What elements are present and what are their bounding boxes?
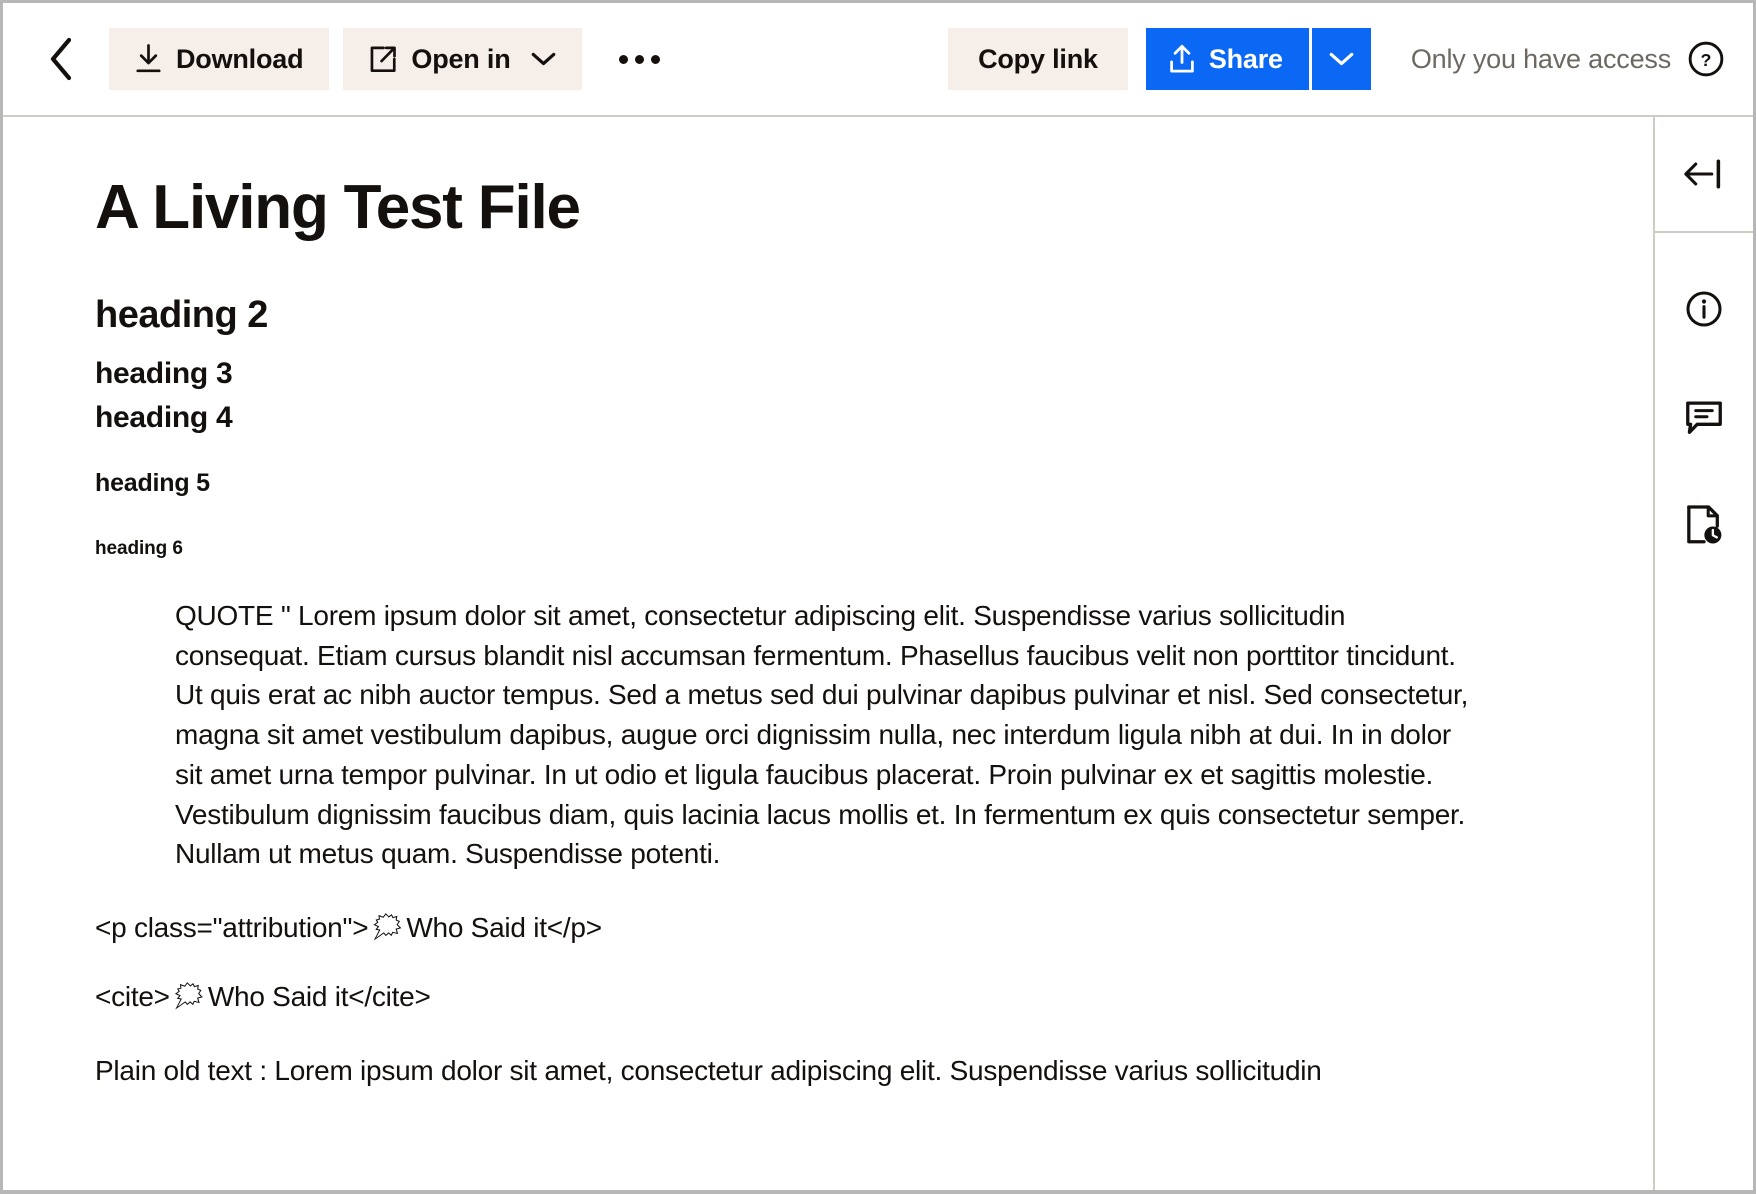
collapse-panel-button[interactable] xyxy=(1674,144,1734,204)
doc-heading-4: heading 4 xyxy=(95,400,233,434)
svg-text:?: ? xyxy=(1701,50,1712,70)
share-label: Share xyxy=(1208,43,1283,74)
copy-link-button[interactable]: Copy link xyxy=(948,28,1128,90)
attribution-markup-open: <p class="attribution"> xyxy=(95,912,369,944)
open-in-label: Open in xyxy=(411,43,511,74)
collapse-panel-icon xyxy=(1684,159,1721,189)
doc-heading-2: heading 2 xyxy=(95,293,268,336)
doc-blockquote: QUOTE " Lorem ipsum dolor sit amet, cons… xyxy=(175,599,1469,870)
ellipsis-icon xyxy=(619,54,628,64)
share-button[interactable]: Share xyxy=(1145,28,1309,90)
doc-heading-6: heading 6 xyxy=(95,537,183,559)
access-status-text: Only you have access xyxy=(1410,43,1671,74)
right-sidebar xyxy=(1653,117,1753,1190)
comment-icon xyxy=(1686,401,1722,434)
attribution-markup-close: Who Said it</p> xyxy=(406,912,602,944)
doc-heading-5: heading 5 xyxy=(95,468,210,497)
download-button[interactable]: Download xyxy=(109,28,330,90)
collapse-panel-section xyxy=(1655,117,1753,233)
cite-markup-close: Who Said it</cite> xyxy=(207,981,431,1013)
doc-heading-3: heading 3 xyxy=(95,356,233,390)
more-options-button[interactable] xyxy=(606,31,674,87)
sidebar-item-comments[interactable] xyxy=(1674,387,1734,447)
download-icon xyxy=(136,44,161,73)
chevron-left-icon xyxy=(50,37,72,81)
external-link-icon xyxy=(371,46,397,72)
share-button-group: Share xyxy=(1145,28,1371,90)
speech-balloon-icon: 🗯 xyxy=(171,981,206,1012)
doc-attribution-line: <p class="attribution"> 🗯 Who Said it</p> xyxy=(95,908,1583,947)
ellipsis-icon xyxy=(635,54,644,64)
share-upload-icon xyxy=(1170,44,1194,73)
content-row: A Living Test File heading 2 heading 3 h… xyxy=(3,117,1753,1190)
cite-markup-open: <cite> xyxy=(95,981,170,1013)
doc-plain-text: Plain old text : Lorem ipsum dolor sit a… xyxy=(95,1054,1322,1086)
copy-link-label: Copy link xyxy=(978,43,1098,74)
chevron-down-icon xyxy=(1329,52,1354,66)
download-label: Download xyxy=(176,43,304,74)
question-circle-icon: ? xyxy=(1688,41,1724,77)
share-dropdown-button[interactable] xyxy=(1308,28,1371,90)
sidebar-item-file-information[interactable] xyxy=(1674,279,1734,339)
top-toolbar: Download Open in Copy link Share Only yo… xyxy=(3,3,1753,117)
info-circle-icon xyxy=(1686,291,1722,327)
chevron-down-icon xyxy=(531,52,555,66)
sidebar-item-version-history[interactable] xyxy=(1674,495,1734,555)
document-title: A Living Test File xyxy=(95,173,581,242)
doc-cite-line: <cite> 🗯 Who Said it</cite> xyxy=(95,977,1583,1016)
ellipsis-icon xyxy=(651,54,660,64)
sidebar-tool-list xyxy=(1655,233,1753,555)
help-button[interactable]: ? xyxy=(1671,29,1731,89)
document-viewer[interactable]: A Living Test File heading 2 heading 3 h… xyxy=(3,117,1653,1190)
file-preview-window: Download Open in Copy link Share Only yo… xyxy=(0,0,1756,1194)
file-clock-icon xyxy=(1687,505,1722,544)
open-in-button[interactable]: Open in xyxy=(343,28,582,90)
speech-balloon-icon: 🗯 xyxy=(370,912,405,943)
back-button[interactable] xyxy=(33,32,87,86)
